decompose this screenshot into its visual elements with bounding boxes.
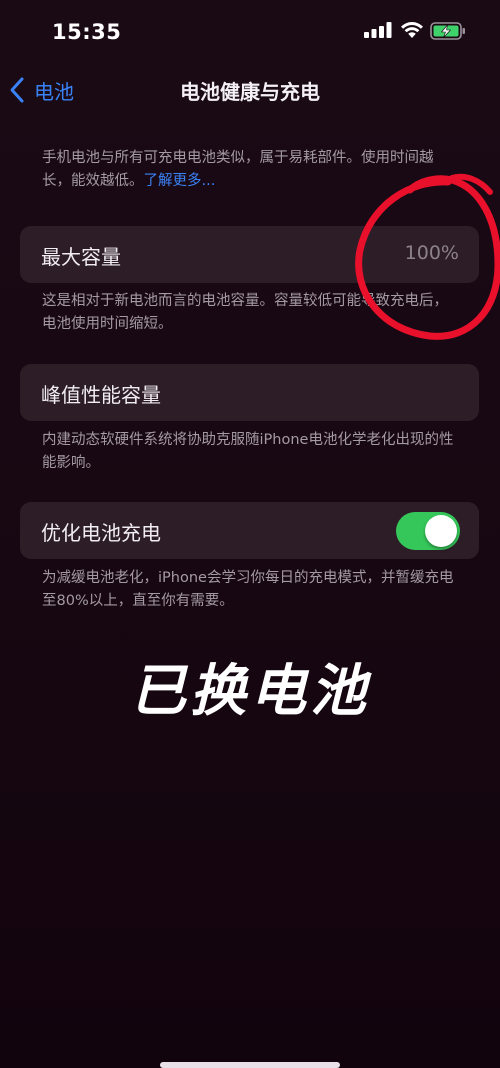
- optimized-charging-toggle[interactable]: [396, 512, 460, 550]
- battery-charging-icon: [430, 22, 465, 40]
- max-capacity-value: 100%: [404, 242, 459, 264]
- home-indicator: [160, 1062, 340, 1068]
- peak-performance-label: 峰值性能容量: [41, 383, 161, 407]
- toggle-knob: [425, 515, 457, 547]
- cellular-signal-icon: [364, 22, 392, 38]
- peak-performance-row[interactable]: 峰值性能容量: [20, 364, 479, 421]
- optimized-charging-label: 优化电池充电: [41, 521, 161, 545]
- navigation-bar: 电池 电池健康与充电: [0, 68, 500, 112]
- status-bar: 15:35: [0, 0, 500, 60]
- overlay-caption: 已换电池: [130, 659, 370, 724]
- max-capacity-row: 最大容量 100%: [20, 226, 479, 283]
- learn-more-link[interactable]: 了解更多...: [144, 173, 216, 189]
- optimized-charging-row: 优化电池充电: [20, 502, 479, 559]
- battery-health-screen: 15:35 电池 电池健康与充电 手机电池与所有可充电电池类似，属于易耗部件。使…: [0, 0, 500, 1068]
- peak-performance-footnote: 内建动态软硬件系统将协助克服随iPhone电池化学老化出现的性能影响。: [42, 432, 454, 471]
- wifi-icon: [401, 22, 423, 38]
- page-title: 电池健康与充电: [180, 80, 320, 104]
- status-time: 15:35: [52, 20, 122, 44]
- max-capacity-footnote: 这是相对于新电池而言的电池容量。容量较低可能导致充电后，电池使用时间缩短。: [42, 293, 448, 332]
- intro-footnote: 手机电池与所有可充电电池类似，属于易耗部件。使用时间越长，能效越低。了解更多..…: [42, 147, 462, 193]
- intro-text: 手机电池与所有可充电电池类似，属于易耗部件。使用时间越长，能效越低。: [42, 150, 434, 189]
- optimized-charging-footnote: 为减缓电池老化，iPhone会学习你每日的充电模式，并暂缓充电至80%以上，直至…: [42, 570, 454, 609]
- max-capacity-label: 最大容量: [41, 245, 121, 269]
